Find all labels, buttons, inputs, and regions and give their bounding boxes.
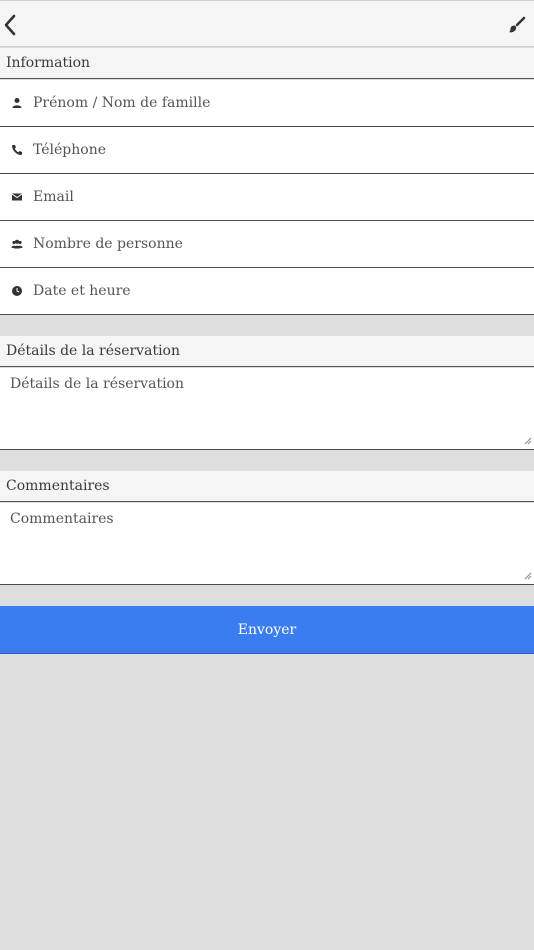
comments-textarea[interactable]: Commentaires: [0, 503, 534, 585]
email-field[interactable]: Email: [0, 174, 534, 221]
datetime-field[interactable]: Date et heure: [0, 268, 534, 315]
details-textarea[interactable]: Détails de la réservation: [0, 368, 534, 450]
resize-handle-icon[interactable]: [524, 437, 532, 445]
phone-field-placeholder: Téléphone: [33, 142, 107, 158]
guests-field-placeholder: Nombre de personne: [33, 236, 183, 252]
section-title: Commentaires: [6, 478, 110, 494]
details-textarea-placeholder: Détails de la réservation: [10, 376, 184, 392]
phone-icon: [11, 144, 23, 156]
name-field-placeholder: Prénom / Nom de famille: [33, 95, 211, 111]
top-bar: [0, 0, 534, 47]
section-title: Information: [6, 55, 91, 71]
section-header-comments: Commentaires: [0, 471, 534, 502]
user-icon: [11, 97, 23, 109]
envelope-icon: [11, 191, 23, 203]
guests-field[interactable]: Nombre de personne: [0, 221, 534, 268]
paintbrush-icon: [509, 16, 526, 33]
comments-textarea-placeholder: Commentaires: [10, 511, 114, 527]
clock-icon: [11, 285, 23, 297]
group-icon: [11, 238, 23, 250]
theme-button[interactable]: [508, 16, 526, 34]
section-title: Détails de la réservation: [6, 343, 180, 359]
send-button-label: Envoyer: [237, 622, 297, 638]
send-button[interactable]: Envoyer: [0, 606, 534, 654]
resize-handle-icon[interactable]: [524, 572, 532, 580]
section-header-information: Information: [0, 48, 534, 79]
email-field-placeholder: Email: [33, 189, 74, 205]
name-field[interactable]: Prénom / Nom de famille: [0, 80, 534, 127]
back-button[interactable]: [2, 12, 22, 38]
chevron-left-icon: [4, 14, 16, 36]
datetime-field-placeholder: Date et heure: [33, 283, 131, 299]
phone-field[interactable]: Téléphone: [0, 127, 534, 174]
section-header-details: Détails de la réservation: [0, 336, 534, 367]
